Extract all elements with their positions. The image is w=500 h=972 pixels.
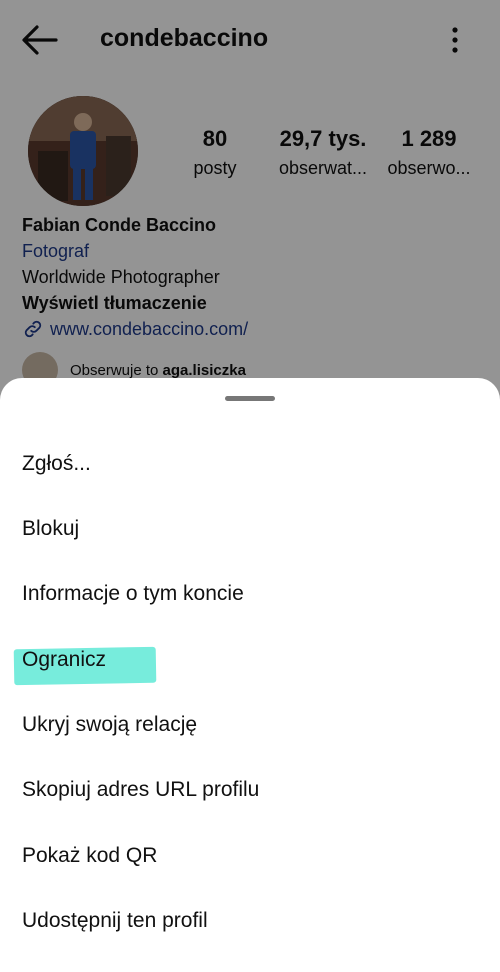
menu-item-block[interactable]: Blokuj (22, 517, 79, 541)
menu-item-copy-url[interactable]: Skopiuj adres URL profilu (22, 778, 259, 802)
sheet-drag-handle[interactable] (225, 396, 275, 401)
options-bottom-sheet: Zgłoś... Blokuj Informacje o tym koncie … (0, 378, 500, 972)
menu-item-about-account[interactable]: Informacje o tym koncie (22, 582, 244, 606)
menu-item-restrict[interactable]: Ogranicz (22, 648, 106, 672)
menu-item-report[interactable]: Zgłoś... (22, 452, 91, 476)
menu-item-qr-code[interactable]: Pokaż kod QR (22, 844, 157, 868)
menu-item-hide-story[interactable]: Ukryj swoją relację (22, 713, 197, 737)
menu-item-share-profile[interactable]: Udostępnij ten profil (22, 909, 208, 933)
